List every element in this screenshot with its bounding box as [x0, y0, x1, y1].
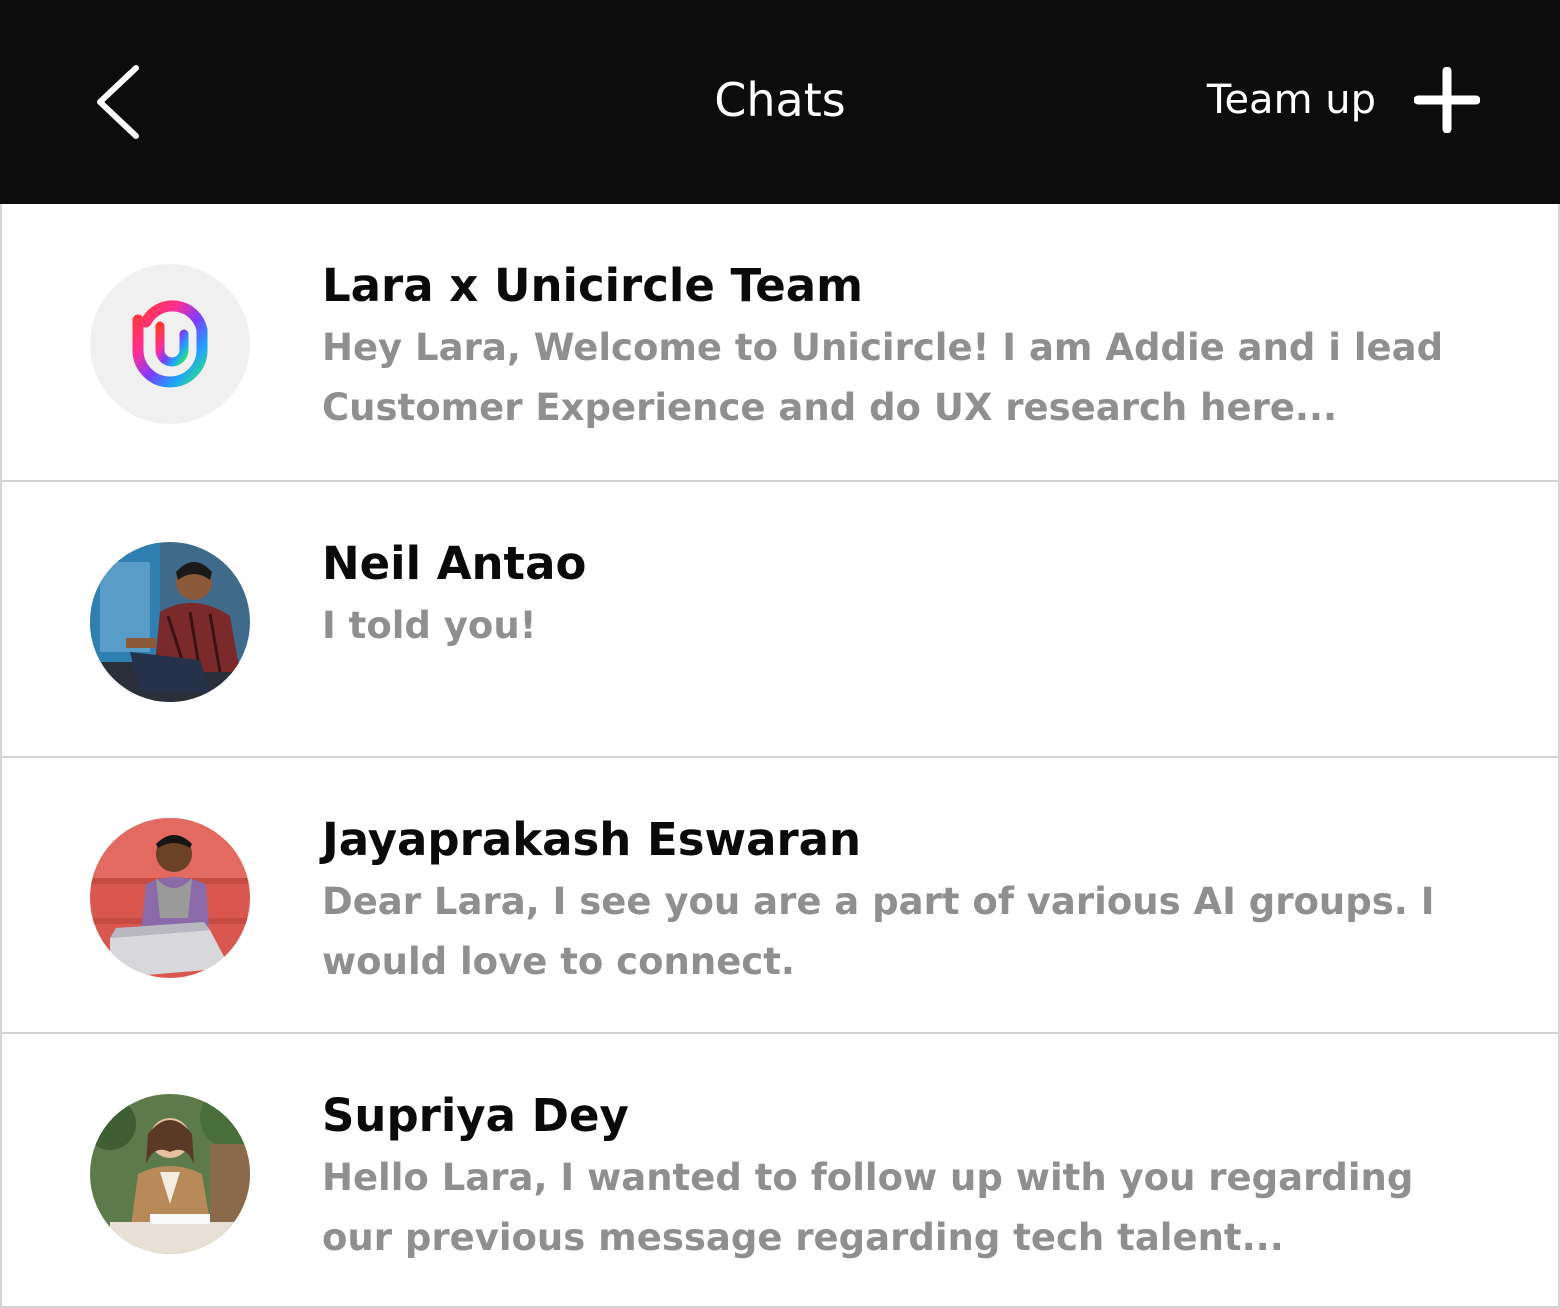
chat-preview: Hello Lara, I wanted to follow up with y…	[322, 1156, 1414, 1259]
chats-screen: Chats Team up Lara x Unicircle Team Hey …	[0, 0, 1560, 1308]
avatar	[90, 542, 250, 702]
chat-preview: Dear Lara, I see you are a part of vario…	[322, 880, 1435, 983]
avatar	[90, 264, 250, 424]
chat-list: Lara x Unicircle Team Hey Lara, Welcome …	[0, 204, 1560, 1308]
chat-text: Lara x Unicircle Team Hey Lara, Welcome …	[322, 256, 1472, 438]
top-bar: Chats Team up	[0, 0, 1560, 204]
avatar	[90, 818, 250, 978]
chat-text: Jayaprakash Eswaran Dear Lara, I see you…	[322, 810, 1472, 992]
user-photo-avatar	[90, 1094, 250, 1254]
chevron-left-icon	[82, 60, 154, 144]
chat-item-lara-unicircle-team[interactable]: Lara x Unicircle Team Hey Lara, Welcome …	[0, 204, 1560, 480]
chat-name: Lara x Unicircle Team	[322, 259, 864, 312]
chat-name: Jayaprakash Eswaran	[322, 813, 862, 866]
chat-preview: Hey Lara, Welcome to Unicircle! I am Add…	[322, 326, 1444, 429]
chat-item-jayaprakash-eswaran[interactable]: Jayaprakash Eswaran Dear Lara, I see you…	[0, 756, 1560, 1032]
team-up-button[interactable]: Team up	[1207, 62, 1480, 138]
user-photo-avatar	[90, 542, 250, 702]
chat-preview: I told you!	[322, 604, 537, 647]
chat-text: Supriya Dey Hello Lara, I wanted to foll…	[322, 1086, 1472, 1268]
unicircle-logo-icon	[90, 264, 250, 424]
user-photo-avatar	[90, 818, 250, 978]
chat-item-neil-antao[interactable]: Neil Antao I told you!	[0, 480, 1560, 756]
team-up-label: Team up	[1206, 77, 1376, 123]
avatar	[90, 1094, 250, 1254]
chat-name: Supriya Dey	[322, 1089, 629, 1142]
chat-item-supriya-dey[interactable]: Supriya Dey Hello Lara, I wanted to foll…	[0, 1032, 1560, 1308]
chat-name: Neil Antao	[322, 537, 587, 590]
chat-text: Neil Antao I told you!	[322, 534, 1472, 656]
plus-icon	[1414, 67, 1480, 133]
back-button[interactable]	[82, 60, 154, 144]
